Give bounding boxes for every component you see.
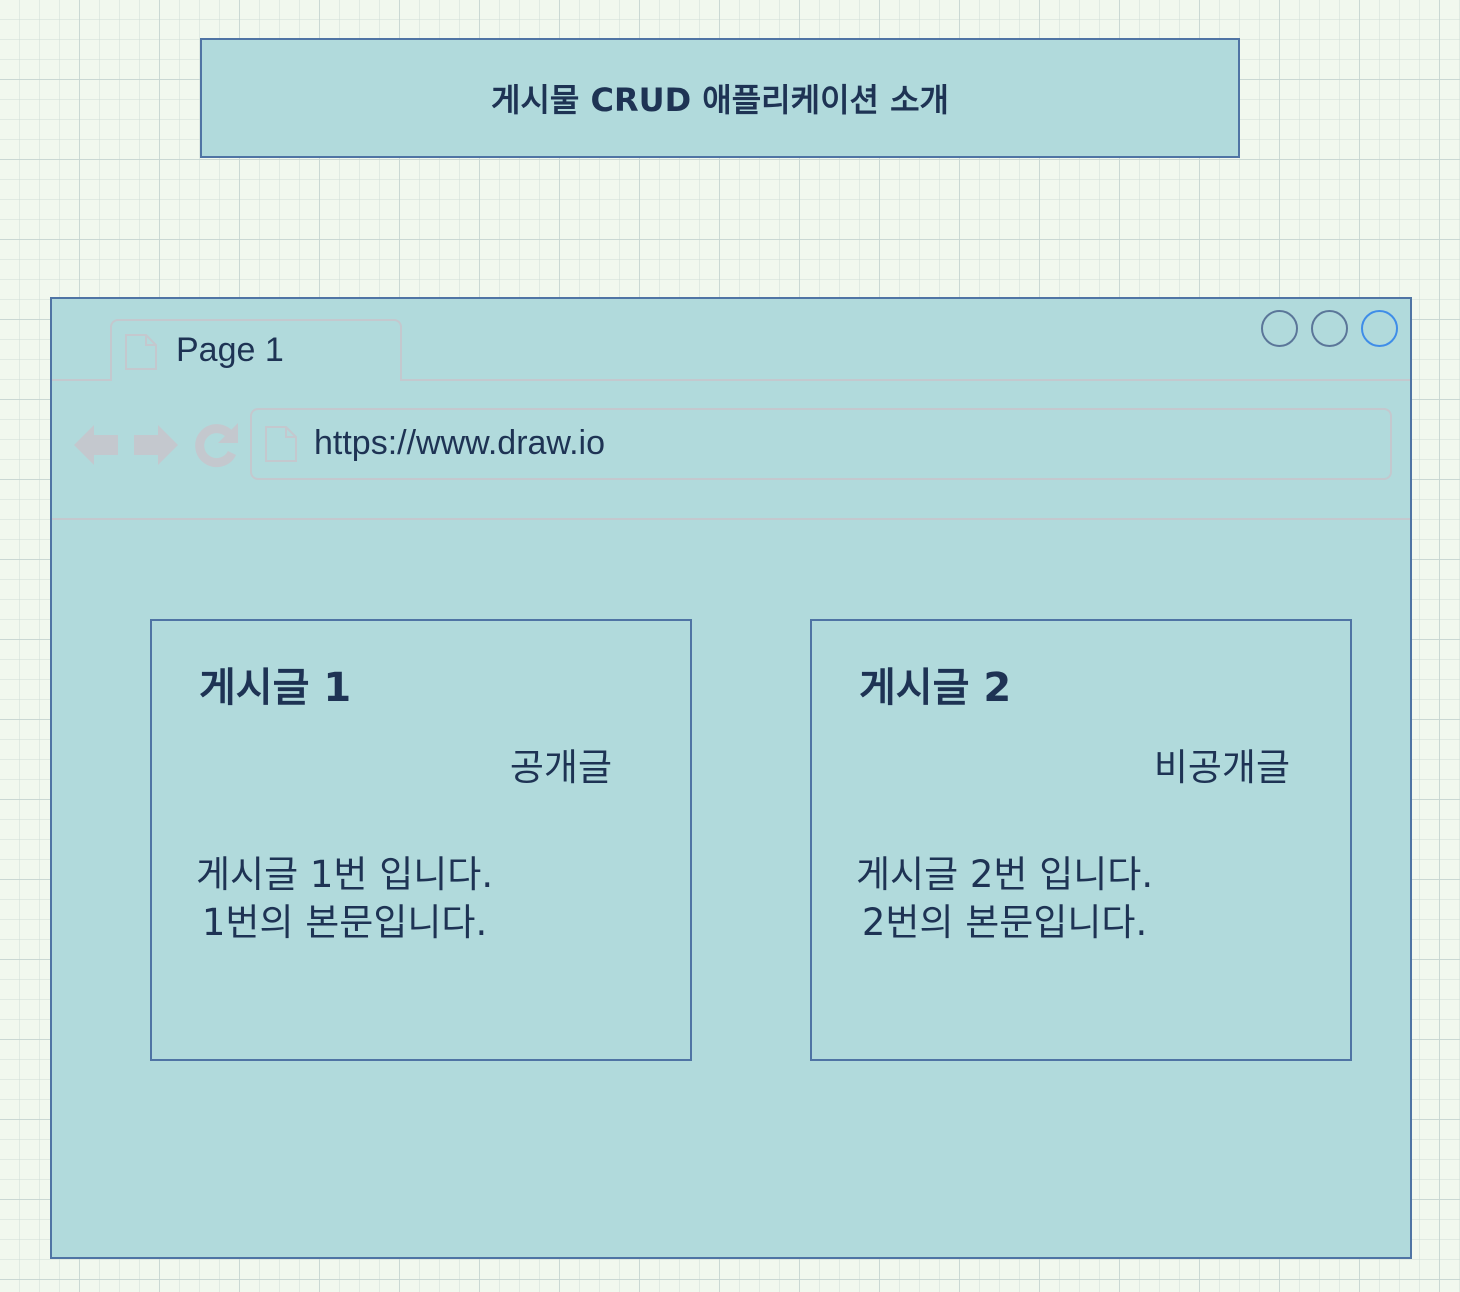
post-visibility: 공개글 <box>509 746 612 789</box>
tab-page-1[interactable]: Page 1 <box>110 319 402 381</box>
page-icon <box>264 425 298 467</box>
reload-icon[interactable] <box>192 421 240 473</box>
window-button-1[interactable] <box>1261 310 1298 347</box>
url-text[interactable]: https://www.draw.io <box>314 424 605 463</box>
diagram-title: 게시물 CRUD 애플리케이션 소개 <box>491 81 949 119</box>
post-visibility: 비공개글 <box>1153 746 1290 789</box>
arrow-right-icon[interactable] <box>132 421 180 473</box>
post-card[interactable]: 게시글 1 공개글 게시글 1번 입니다. 1번의 본문입니다. <box>150 619 692 1061</box>
arrow-left-icon[interactable] <box>72 421 120 473</box>
window-button-3[interactable] <box>1361 310 1398 347</box>
diagram-title-box: 게시물 CRUD 애플리케이션 소개 <box>200 38 1240 158</box>
address-bar[interactable]: https://www.draw.io <box>250 408 1392 480</box>
post-card[interactable]: 게시글 2 비공개글 게시글 2번 입니다. 2번의 본문입니다. <box>810 619 1352 1061</box>
tab-label: Page 1 <box>176 331 284 369</box>
post-body: 게시글 2번 입니다. 2번의 본문입니다. <box>856 853 1154 944</box>
post-body: 게시글 1번 입니다. 1번의 본문입니다. <box>196 853 494 944</box>
toolbar-divider <box>52 518 1410 520</box>
browser-window: Page 1 https://www.draw.io 게시글 1 공개글 게시글… <box>50 297 1412 1259</box>
post-title: 게시글 2 <box>859 665 1012 711</box>
window-button-2[interactable] <box>1311 310 1348 347</box>
post-title: 게시글 1 <box>199 665 352 711</box>
page-icon <box>124 333 158 375</box>
